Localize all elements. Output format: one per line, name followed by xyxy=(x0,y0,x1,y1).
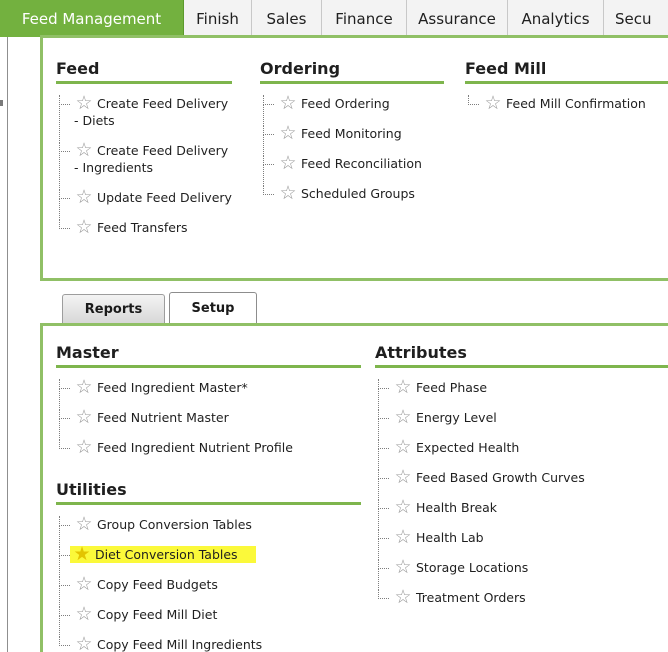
ordering-list: ☆ Feed Ordering ☆ Feed Monitoring ☆ Feed Re… xyxy=(260,94,444,203)
menu-item-feed-mill-confirmation[interactable]: ☆ Feed Mill Confirmation xyxy=(465,94,668,113)
menu-item-feed-nutrient-master[interactable]: ☆ Feed Nutrient Master xyxy=(56,408,361,438)
menu-item-energy-level[interactable]: ☆ Energy Level xyxy=(375,408,668,438)
feed-list: ☆ Create Feed Delivery - Diets ☆ Create Fe… xyxy=(56,94,232,237)
menu-item-treatment-orders[interactable]: ☆ Treatment Orders xyxy=(375,588,668,607)
setup-panel: Master ☆ Feed Ingredient Master* ☆ Feed Nu… xyxy=(40,323,668,652)
star-outline-icon[interactable]: ☆ xyxy=(278,124,298,143)
menu-item-scheduled-groups[interactable]: ☆ Scheduled Groups xyxy=(260,184,444,203)
star-outline-icon[interactable]: ☆ xyxy=(393,498,413,517)
menu-item-copy-feed-mill-diet[interactable]: ☆ Copy Feed Mill Diet xyxy=(56,605,361,635)
menu-item-group-conversion-tables[interactable]: ☆ Group Conversion Tables xyxy=(56,515,361,545)
star-outline-icon[interactable]: ☆ xyxy=(278,154,298,173)
menu-item-create-feed-delivery-diets[interactable]: ☆ Create Feed Delivery - Diets xyxy=(56,94,232,141)
feed-operations-panel: Feed ☆ Create Feed Delivery - Diets ☆ Crea… xyxy=(40,35,668,281)
star-outline-icon[interactable]: ☆ xyxy=(74,188,94,207)
highlighted-item: ★ Diet Conversion Tables xyxy=(70,545,256,564)
star-outline-icon[interactable]: ☆ xyxy=(393,438,413,457)
star-outline-icon[interactable]: ☆ xyxy=(393,558,413,577)
star-outline-icon[interactable]: ☆ xyxy=(74,378,94,397)
nav-tab-security[interactable]: Secu xyxy=(604,0,668,37)
star-outline-icon[interactable]: ☆ xyxy=(483,94,503,113)
star-outline-icon[interactable]: ☆ xyxy=(74,635,94,652)
attributes-list: ☆ Feed Phase ☆ Energy Level ☆ Expected Heal… xyxy=(375,378,668,607)
menu-item-update-feed-delivery[interactable]: ☆ Update Feed Delivery xyxy=(56,188,232,218)
attributes-section: Attributes ☆ Feed Phase ☆ Energy Level ☆ Ex… xyxy=(375,343,668,607)
menu-item-feed-monitoring[interactable]: ☆ Feed Monitoring xyxy=(260,124,444,154)
star-outline-icon[interactable]: ☆ xyxy=(74,408,94,427)
star-outline-icon[interactable]: ☆ xyxy=(74,515,94,534)
tab-reports[interactable]: Reports xyxy=(62,294,165,323)
feed-mill-section: Feed Mill ☆ Feed Mill Confirmation xyxy=(465,59,668,113)
star-outline-icon[interactable]: ☆ xyxy=(393,588,413,607)
utilities-list: ☆ Group Conversion Tables ★ Diet Conversio… xyxy=(56,515,361,652)
star-filled-icon[interactable]: ★ xyxy=(72,545,92,564)
feed-mill-list: ☆ Feed Mill Confirmation xyxy=(465,94,668,113)
attributes-section-title: Attributes xyxy=(375,343,668,368)
master-list: ☆ Feed Ingredient Master* ☆ Feed Nutrient … xyxy=(56,378,361,457)
star-outline-icon[interactable]: ☆ xyxy=(393,408,413,427)
nav-tab-assurance[interactable]: Assurance xyxy=(407,0,508,37)
menu-item-diet-conversion-tables[interactable]: ★ Diet Conversion Tables xyxy=(56,545,361,575)
menu-item-health-break[interactable]: ☆ Health Break xyxy=(375,498,668,528)
star-outline-icon[interactable]: ☆ xyxy=(74,605,94,624)
menu-item-feed-phase[interactable]: ☆ Feed Phase xyxy=(375,378,668,408)
star-outline-icon[interactable]: ☆ xyxy=(74,218,94,237)
nav-tab-finance[interactable]: Finance xyxy=(322,0,407,37)
left-divider xyxy=(7,37,8,652)
star-outline-icon[interactable]: ☆ xyxy=(393,528,413,547)
master-section-title: Master xyxy=(56,343,361,368)
star-outline-icon[interactable]: ☆ xyxy=(393,378,413,397)
ordering-section-title: Ordering xyxy=(260,59,444,84)
star-outline-icon[interactable]: ☆ xyxy=(278,184,298,203)
menu-item-feed-transfers[interactable]: ☆ Feed Transfers xyxy=(56,218,232,237)
star-outline-icon[interactable]: ☆ xyxy=(74,141,94,160)
utilities-section-title: Utilities xyxy=(56,480,361,505)
menu-item-feed-ingredient-nutrient-profile[interactable]: ☆ Feed Ingredient Nutrient Profile xyxy=(56,438,361,457)
nav-tab-feed-management[interactable]: Feed Management xyxy=(0,0,184,37)
menu-item-feed-ingredient-master[interactable]: ☆ Feed Ingredient Master* xyxy=(56,378,361,408)
nav-tab-analytics[interactable]: Analytics xyxy=(508,0,604,37)
top-nav: Feed Management Finish Sales Finance Ass… xyxy=(0,0,668,37)
star-outline-icon[interactable]: ☆ xyxy=(278,94,298,113)
edge-marker xyxy=(0,100,3,106)
star-outline-icon[interactable]: ☆ xyxy=(74,438,94,457)
menu-item-expected-health[interactable]: ☆ Expected Health xyxy=(375,438,668,468)
star-outline-icon[interactable]: ☆ xyxy=(74,575,94,594)
menu-item-storage-locations[interactable]: ☆ Storage Locations xyxy=(375,558,668,588)
feed-mill-section-title: Feed Mill xyxy=(465,59,668,84)
menu-item-feed-reconciliation[interactable]: ☆ Feed Reconciliation xyxy=(260,154,444,184)
star-outline-icon[interactable]: ☆ xyxy=(393,468,413,487)
menu-item-create-feed-delivery-ingredients[interactable]: ☆ Create Feed Delivery - Ingredients xyxy=(56,141,232,188)
menu-item-feed-based-growth-curves[interactable]: ☆ Feed Based Growth Curves xyxy=(375,468,668,498)
feed-section: Feed ☆ Create Feed Delivery - Diets ☆ Crea… xyxy=(56,59,232,237)
menu-item-health-lab[interactable]: ☆ Health Lab xyxy=(375,528,668,558)
star-outline-icon[interactable]: ☆ xyxy=(74,94,94,113)
menu-item-copy-feed-mill-ingredients[interactable]: ☆ Copy Feed Mill Ingredients xyxy=(56,635,361,652)
tab-setup[interactable]: Setup xyxy=(169,292,257,323)
feed-section-title: Feed xyxy=(56,59,232,84)
nav-tab-sales[interactable]: Sales xyxy=(252,0,322,37)
nav-tab-finish[interactable]: Finish xyxy=(184,0,252,37)
utilities-section: Utilities ☆ Group Conversion Tables ★ Diet… xyxy=(56,480,361,652)
menu-item-copy-feed-budgets[interactable]: ☆ Copy Feed Budgets xyxy=(56,575,361,605)
menu-item-feed-ordering[interactable]: ☆ Feed Ordering xyxy=(260,94,444,124)
master-section: Master ☆ Feed Ingredient Master* ☆ Feed Nu… xyxy=(56,343,361,457)
ordering-section: Ordering ☆ Feed Ordering ☆ Feed Monitoring… xyxy=(260,59,444,203)
